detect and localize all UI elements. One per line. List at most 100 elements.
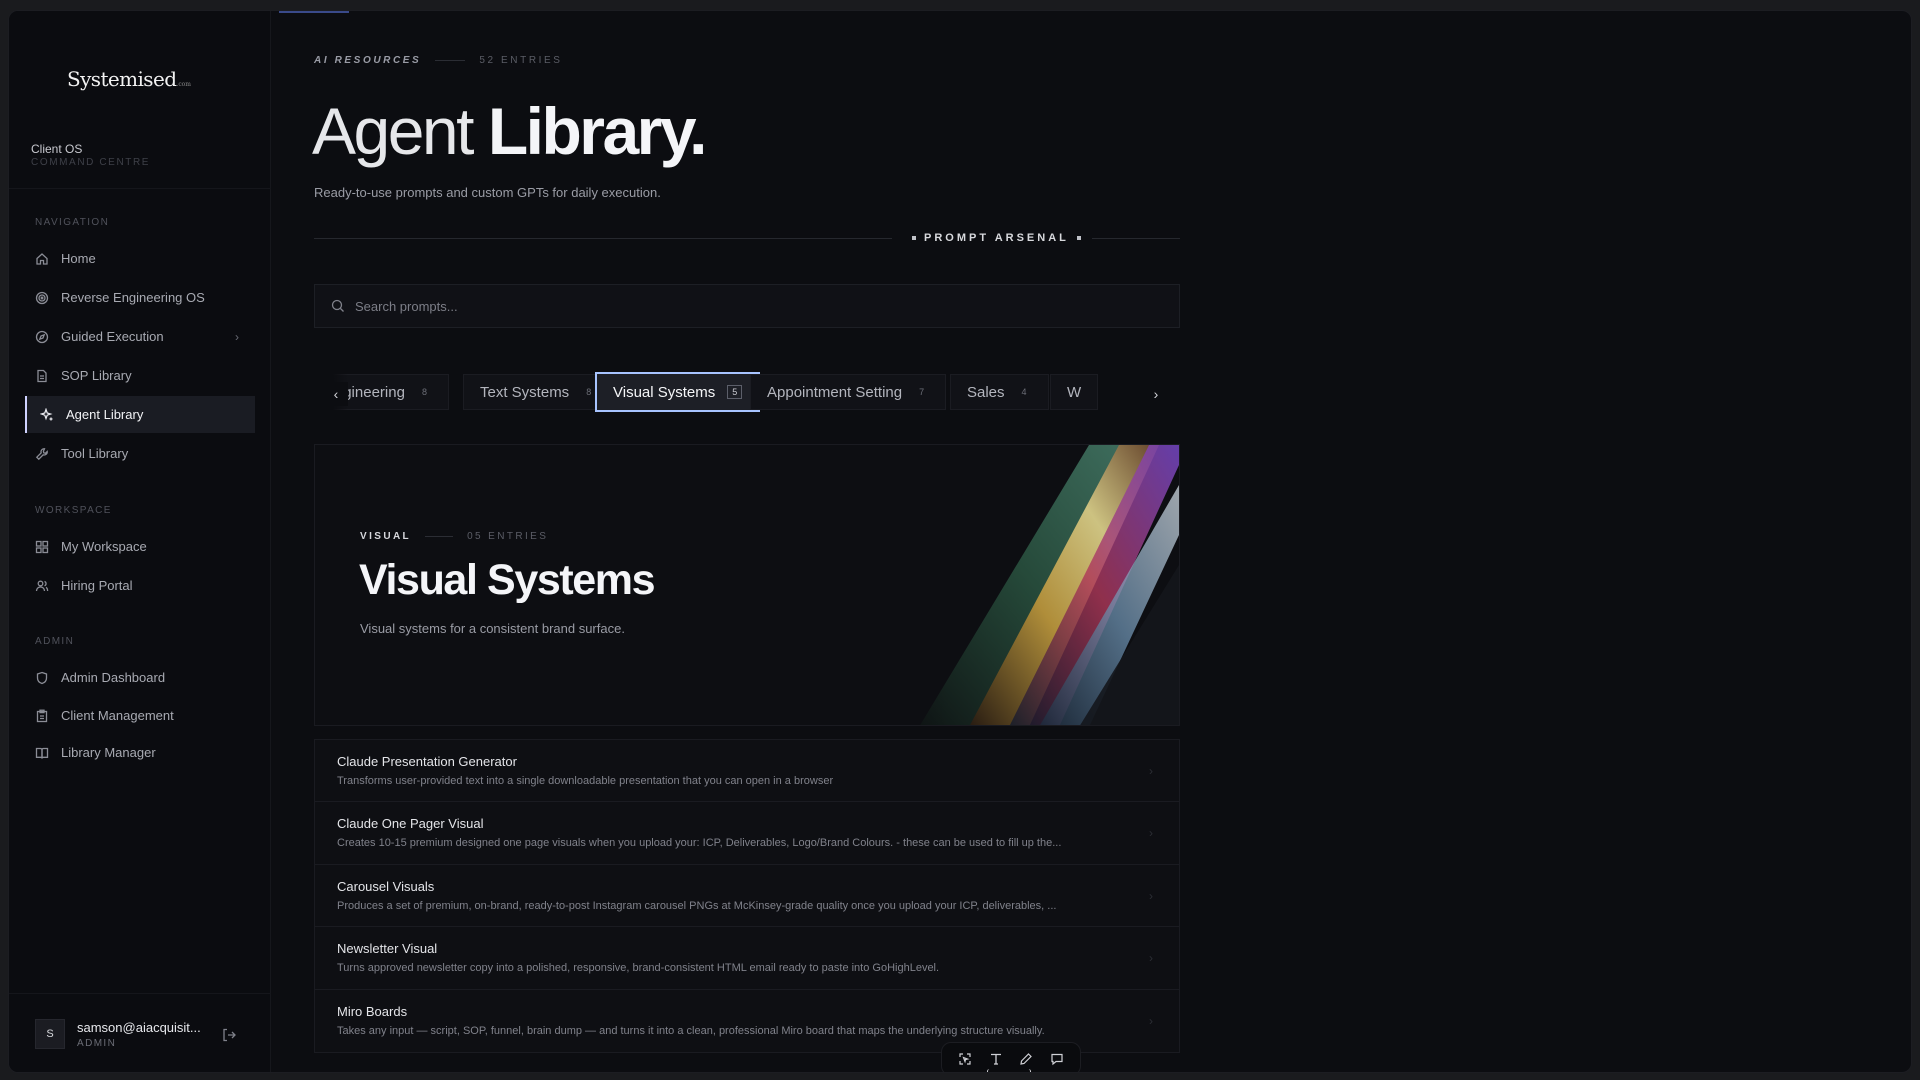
pen-icon[interactable] (1015, 1048, 1037, 1070)
grid-icon (35, 540, 49, 554)
list-item[interactable]: Claude Presentation Generator Transforms… (315, 740, 1179, 803)
prompt-description: Produces a set of premium, on-brand, rea… (337, 899, 1057, 912)
select-icon[interactable] (954, 1048, 976, 1070)
prompt-title: Newsletter Visual (337, 941, 438, 957)
sidebar: Systemised.com Client OS COMMAND CENTRE … (9, 11, 271, 1072)
clipboard-icon (35, 709, 49, 723)
prompt-description: Creates 10-15 premium designed one page … (337, 837, 1062, 850)
list-item[interactable]: Carousel Visuals Produces a set of premi… (315, 865, 1179, 928)
sidebar-item-label: Reverse Engineering OS (61, 290, 205, 305)
client-subtitle: COMMAND CENTRE (31, 157, 151, 168)
logo[interactable]: Systemised.com (67, 67, 191, 91)
tab-overflow[interactable]: W (1050, 374, 1099, 410)
sidebar-item-label: Hiring Portal (61, 578, 133, 593)
sidebar-item-home[interactable]: Home (25, 240, 255, 277)
user-email: samson@aiacquisit... (77, 1019, 201, 1035)
hero-kicker: VISUAL 05 ENTRIES (360, 531, 549, 542)
search-icon (331, 299, 345, 313)
logout-icon[interactable] (221, 1027, 237, 1048)
prompt-description: Takes any input — script, SOP, funnel, b… (337, 1024, 1045, 1037)
sidebar-item-label: Agent Library (66, 407, 144, 422)
page-title: Agent Library. (312, 94, 708, 168)
hero-title: Visual Systems (359, 556, 656, 604)
sidebar-item-agent-library[interactable]: Agent Library (25, 396, 255, 433)
divider-right (1092, 238, 1180, 239)
search-input[interactable] (355, 298, 1055, 314)
tab-visual-systems[interactable]: Visual Systems 5 (595, 372, 761, 412)
sidebar-item-hiring-portal[interactable]: Hiring Portal (25, 567, 255, 604)
shield-icon (35, 671, 49, 685)
category-tabs: Context Engineering8 Text Systems8 Visua… (310, 368, 1182, 414)
kicker-label: AI RESOURCES (314, 55, 422, 66)
scroll-left-arrow[interactable]: ‹ (324, 382, 348, 406)
chevron-right-icon: › (1149, 951, 1153, 966)
top-accent (279, 11, 349, 13)
chevron-right-icon[interactable]: › (235, 330, 239, 344)
category-hero: VISUAL 05 ENTRIES Visual Systems Visual … (314, 444, 1180, 726)
prompt-title: Carousel Visuals (337, 878, 435, 894)
scroll-right-arrow[interactable]: › (1144, 382, 1168, 406)
prompt-description: Turns approved newsletter copy into a po… (337, 962, 940, 975)
divider-left (314, 238, 892, 239)
hero-artwork (759, 445, 1179, 725)
search-bar[interactable] (314, 284, 1180, 328)
sidebar-divider (9, 188, 271, 189)
chevron-right-icon: › (1149, 826, 1153, 841)
user-role: ADMIN (77, 1037, 117, 1049)
users-icon (35, 579, 49, 593)
document-icon (35, 369, 49, 383)
prompt-title: Claude One Pager Visual (337, 816, 484, 832)
sidebar-item-admin-dashboard[interactable]: Admin Dashboard (25, 659, 255, 696)
sidebar-item-reverse-engineering[interactable]: Reverse Engineering OS (25, 279, 255, 316)
text-icon[interactable] (985, 1048, 1007, 1070)
sidebar-item-label: Home (61, 251, 96, 266)
sidebar-item-label: SOP Library (61, 368, 132, 383)
prompt-title: Claude Presentation Generator (337, 754, 517, 769)
target-icon (35, 291, 49, 305)
list-item[interactable]: Claude One Pager Visual Creates 10-15 pr… (315, 802, 1179, 865)
sidebar-item-label: Client Management (61, 708, 174, 723)
list-item[interactable]: Newsletter Visual Turns approved newslet… (315, 927, 1179, 990)
chevron-right-icon: › (1149, 1013, 1153, 1028)
app-window: Systemised.com Client OS COMMAND CENTRE … (8, 10, 1912, 1073)
sidebar-item-label: Tool Library (61, 446, 129, 461)
sidebar-item-my-workspace[interactable]: My Workspace (25, 528, 255, 565)
sparkle-icon (40, 407, 54, 422)
chevron-right-icon: › (1149, 888, 1153, 903)
sidebar-item-guided-execution[interactable]: Guided Execution › (25, 318, 255, 355)
active-tool-indicator (987, 1069, 1031, 1072)
section-label-admin: ADMIN (35, 636, 75, 647)
sidebar-item-sop-library[interactable]: SOP Library (25, 357, 255, 394)
home-icon (35, 252, 49, 266)
page-kicker: AI RESOURCES 52 ENTRIES (314, 55, 563, 66)
sidebar-item-library-manager[interactable]: Library Manager (25, 734, 255, 771)
sidebar-item-client-management[interactable]: Client Management (25, 697, 255, 734)
prompt-list: Claude Presentation Generator Transforms… (314, 739, 1180, 1053)
compass-icon (35, 330, 49, 344)
book-icon (35, 746, 49, 760)
tab-appointment-setting[interactable]: Appointment Setting 7 (750, 374, 947, 410)
sidebar-item-tool-library[interactable]: Tool Library (25, 435, 255, 472)
section-heading: PROMPT ARSENAL (904, 232, 1089, 244)
sidebar-item-label: Guided Execution (61, 329, 164, 344)
sidebar-item-label: Admin Dashboard (61, 670, 166, 685)
avatar[interactable]: S (35, 1019, 65, 1049)
chevron-right-icon: › (1149, 764, 1153, 778)
prompt-description: Transforms user-provided text into a sin… (337, 775, 834, 787)
comment-icon[interactable] (1046, 1048, 1068, 1070)
tab-sales[interactable]: Sales 4 (950, 374, 1049, 410)
tab-text-systems[interactable]: Text Systems 8 (463, 374, 614, 410)
hero-description: Visual systems for a consistent brand su… (360, 621, 625, 636)
entries-count: 52 ENTRIES (479, 55, 563, 66)
wrench-icon (35, 447, 49, 461)
user-profile[interactable]: S samson@aiacquisit... ADMIN (35, 1019, 201, 1049)
sidebar-item-label: Library Manager (61, 745, 156, 760)
client-os: Client OS COMMAND CENTRE (31, 142, 150, 168)
client-title: Client OS (31, 142, 83, 156)
user-divider (9, 993, 271, 994)
page-subtitle: Ready-to-use prompts and custom GPTs for… (314, 185, 661, 200)
sidebar-item-label: My Workspace (61, 539, 147, 554)
section-label-workspace: WORKSPACE (35, 505, 112, 516)
section-label-navigation: NAVIGATION (35, 217, 110, 228)
annotation-toolbar (941, 1042, 1081, 1072)
